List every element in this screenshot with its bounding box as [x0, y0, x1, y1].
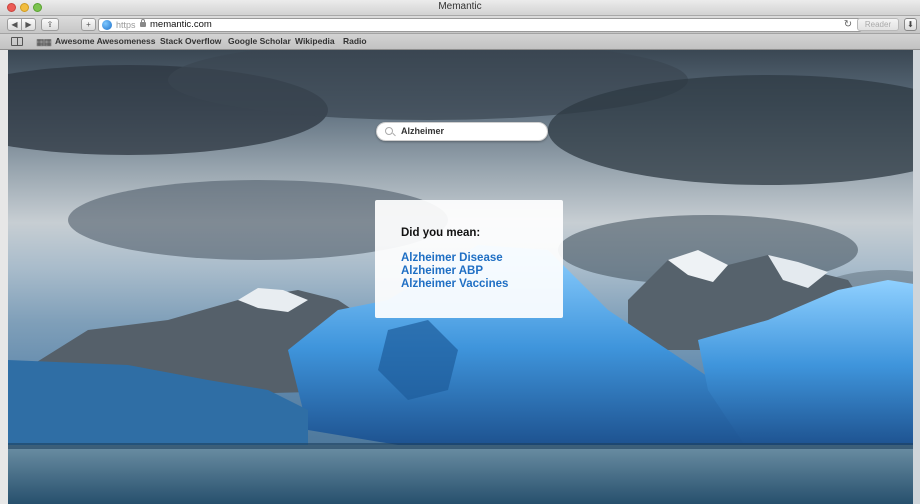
search-input[interactable] [401, 126, 541, 136]
suggestion-link[interactable]: Alzheimer Disease [401, 251, 503, 265]
bookmark-stack-overflow[interactable]: Stack Overflow [160, 36, 221, 47]
reload-icon[interactable]: ↻ [842, 18, 854, 32]
bookmarks-bar: ▦▦ Awesome Awesomeness Stack Overflow Go… [0, 34, 920, 50]
reader-button[interactable]: Reader [857, 18, 899, 31]
search-icon [385, 127, 393, 135]
back-button[interactable]: ◀ [7, 18, 22, 31]
new-tab-button[interactable]: + [81, 18, 96, 31]
download-icon[interactable]: ⬇ [904, 18, 917, 31]
suggestions-heading: Did you mean: [401, 227, 481, 239]
browser-toolbar: ◀ ▶ ⇪ + https memantic.com [0, 16, 920, 34]
bookmark-wikipedia[interactable]: Wikipedia [295, 36, 335, 47]
add-tab-icon: + [86, 19, 91, 29]
suggestions-panel: Did you mean: Alzheimer Disease Alzheime… [375, 200, 563, 318]
forward-button[interactable]: ▶ [21, 18, 36, 31]
reading-list-icon[interactable] [11, 37, 23, 46]
bookmark-awesome-awesomeness[interactable]: Awesome Awesomeness [55, 36, 155, 47]
window-left-border [0, 50, 8, 504]
back-icon: ◀ [11, 19, 18, 29]
window-title: Memantic [438, 1, 482, 12]
window-right-border [913, 50, 920, 504]
address-bar[interactable]: https memantic.com [98, 18, 862, 32]
url-scheme: https [116, 20, 136, 30]
suggestion-link[interactable]: Alzheimer ABP [401, 264, 483, 278]
share-icon: ⇪ [46, 19, 54, 29]
url-host: memantic.com [150, 19, 212, 30]
window-titlebar: Memantic [0, 0, 920, 16]
bookmark-radio[interactable]: Radio [343, 36, 367, 47]
search-box[interactable] [376, 122, 548, 141]
lock-icon [140, 19, 146, 27]
globe-icon [102, 20, 112, 30]
forward-icon: ▶ [25, 19, 32, 29]
top-sites-icon[interactable]: ▦▦ [36, 37, 52, 47]
suggestion-link[interactable]: Alzheimer Vaccines [401, 277, 508, 291]
bookmark-google-scholar[interactable]: Google Scholar [228, 36, 291, 47]
share-button[interactable]: ⇪ [41, 18, 59, 31]
